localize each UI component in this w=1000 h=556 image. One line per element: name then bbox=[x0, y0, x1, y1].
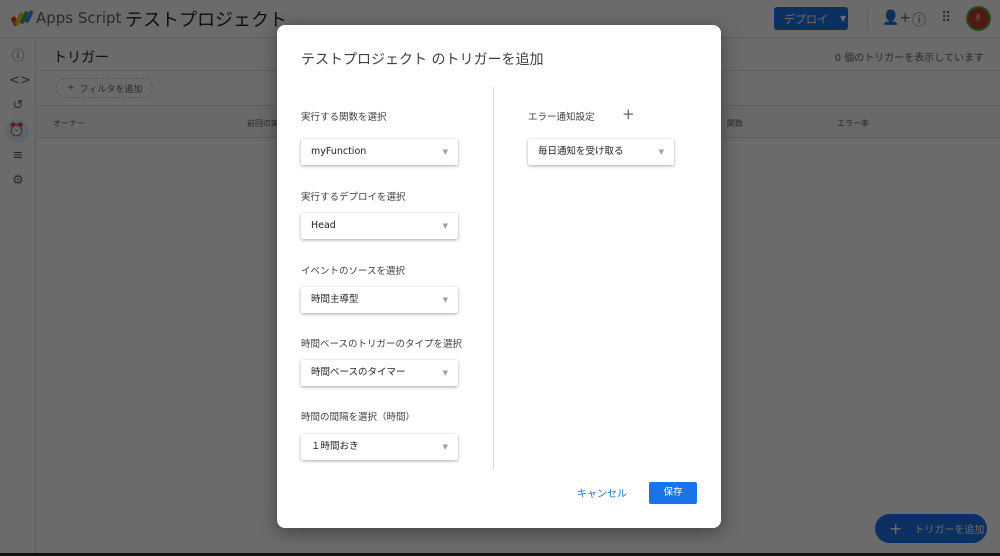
trigger-type-label: 時間ベースのトリガーのタイプを選択 bbox=[301, 339, 463, 350]
function-value: myFunction bbox=[311, 146, 367, 157]
info-icon[interactable]: ⓘ bbox=[9, 48, 27, 66]
apps-grid-icon[interactable]: ⠿ bbox=[941, 10, 951, 26]
help-icon[interactable]: ⓘ bbox=[912, 10, 926, 30]
event-source-label: イベントのソースを選択 bbox=[301, 266, 406, 277]
sidebar: ⓘ <> ↺ ⏰ ≡ ⚙ bbox=[0, 39, 36, 553]
app-name: Apps Script bbox=[36, 9, 122, 27]
function-select[interactable]: myFunction ▼ bbox=[301, 139, 458, 165]
divider bbox=[867, 10, 868, 30]
code-icon[interactable]: <> bbox=[9, 72, 31, 90]
deployment-value: Head bbox=[311, 220, 336, 231]
interval-label: 時間の間隔を選択（時間） bbox=[301, 412, 416, 423]
add-filter-button[interactable]: + フィルタを追加 bbox=[56, 78, 154, 98]
settings-icon[interactable]: ⚙ bbox=[9, 172, 27, 190]
dropdown-arrow-icon: ▼ bbox=[442, 222, 448, 230]
column-owner[interactable]: オーナー bbox=[53, 118, 85, 129]
dropdown-arrow-icon: ▼ bbox=[442, 296, 448, 304]
save-button[interactable]: 保存 bbox=[649, 482, 697, 504]
interval-select[interactable]: １時間おき ▼ bbox=[301, 434, 458, 460]
divider bbox=[493, 87, 494, 470]
deploy-label: デプロイ bbox=[784, 12, 828, 26]
filter-label: フィルタを追加 bbox=[79, 84, 143, 95]
project-title[interactable]: テストプロジェクト bbox=[125, 6, 287, 32]
dropdown-arrow-icon: ▼ bbox=[658, 148, 664, 156]
event-source-value: 時間主導型 bbox=[311, 294, 359, 305]
error-notify-label: エラー通知設定 bbox=[528, 112, 595, 123]
add-trigger-dialog: テストプロジェクト のトリガーを追加 実行する関数を選択 myFunction ▼… bbox=[277, 25, 721, 528]
trigger-type-value: 時間ベースのタイマー bbox=[311, 367, 406, 378]
deployment-label: 実行するデプロイを選択 bbox=[301, 192, 406, 203]
alarm-icon[interactable]: ⏰ bbox=[5, 119, 29, 143]
executions-icon[interactable]: ≡ bbox=[9, 147, 27, 165]
avatar[interactable]: ✌ bbox=[966, 6, 991, 31]
dialog-title: テストプロジェクト のトリガーを追加 bbox=[301, 52, 544, 68]
history-icon[interactable]: ↺ bbox=[9, 97, 27, 115]
add-notification-icon[interactable]: + bbox=[622, 105, 635, 123]
interval-value: １時間おき bbox=[311, 441, 359, 452]
apps-script-logo bbox=[11, 9, 33, 27]
add-trigger-fab[interactable]: + トリガーを追加 bbox=[875, 514, 987, 543]
page-title: トリガー bbox=[53, 50, 109, 66]
column-last-run[interactable]: 前回の実 bbox=[247, 118, 279, 129]
share-icon[interactable]: 👤+ bbox=[882, 10, 911, 26]
fab-label: トリガーを追加 bbox=[914, 525, 985, 536]
column-function[interactable]: 関数 bbox=[727, 118, 743, 129]
function-label: 実行する関数を選択 bbox=[301, 112, 387, 123]
trigger-type-select[interactable]: 時間ベースのタイマー ▼ bbox=[301, 360, 458, 386]
column-error-rate[interactable]: エラー率 bbox=[837, 118, 869, 129]
error-notify-value: 毎日通知を受け取る bbox=[538, 146, 624, 157]
dropdown-arrow-icon: ▼ bbox=[442, 148, 448, 156]
error-notify-select[interactable]: 毎日通知を受け取る ▼ bbox=[528, 139, 674, 165]
plus-icon: + bbox=[67, 83, 75, 93]
trigger-count: 0 個のトリガーを表示しています bbox=[834, 53, 984, 64]
plus-icon: + bbox=[889, 519, 903, 538]
event-source-select[interactable]: 時間主導型 ▼ bbox=[301, 287, 458, 313]
deploy-button[interactable]: デプロイ ▼ bbox=[774, 7, 848, 30]
dropdown-arrow-icon: ▼ bbox=[442, 443, 448, 451]
caret-down-icon: ▼ bbox=[840, 14, 847, 23]
deployment-select[interactable]: Head ▼ bbox=[301, 213, 458, 239]
dropdown-arrow-icon: ▼ bbox=[442, 369, 448, 377]
cancel-button[interactable]: キャンセル bbox=[577, 485, 627, 500]
